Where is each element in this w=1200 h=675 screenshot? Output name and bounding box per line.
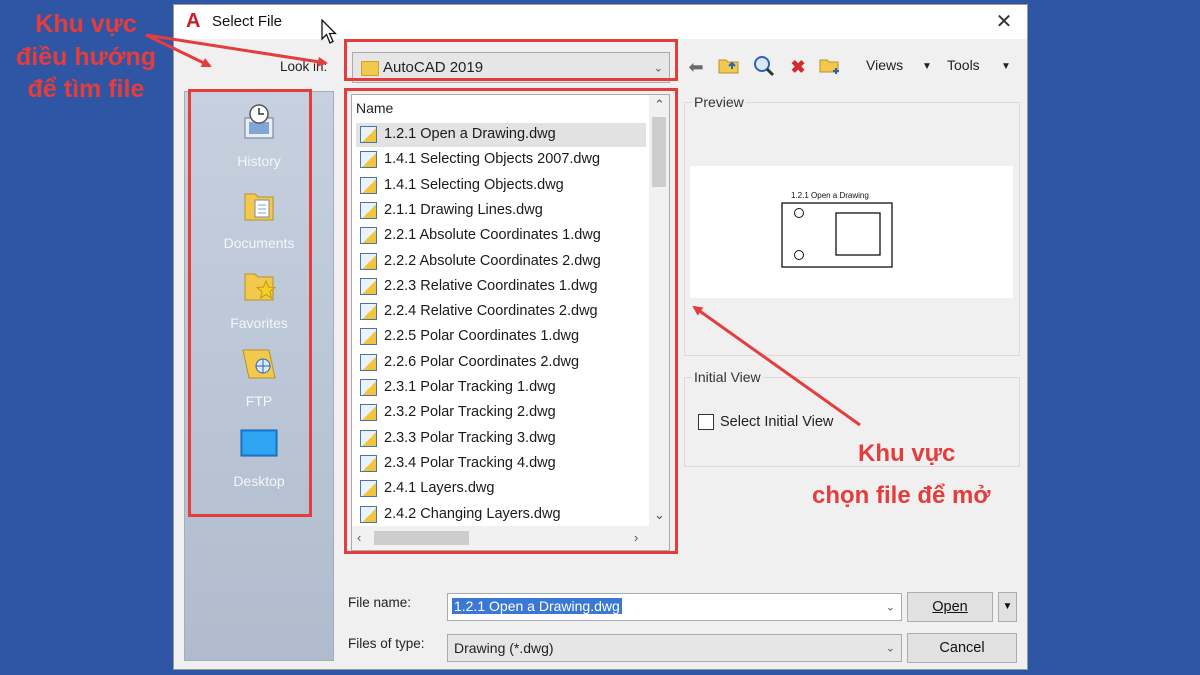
arrow-to-file-list [692, 305, 861, 427]
annotation-arrows [145, 33, 861, 427]
